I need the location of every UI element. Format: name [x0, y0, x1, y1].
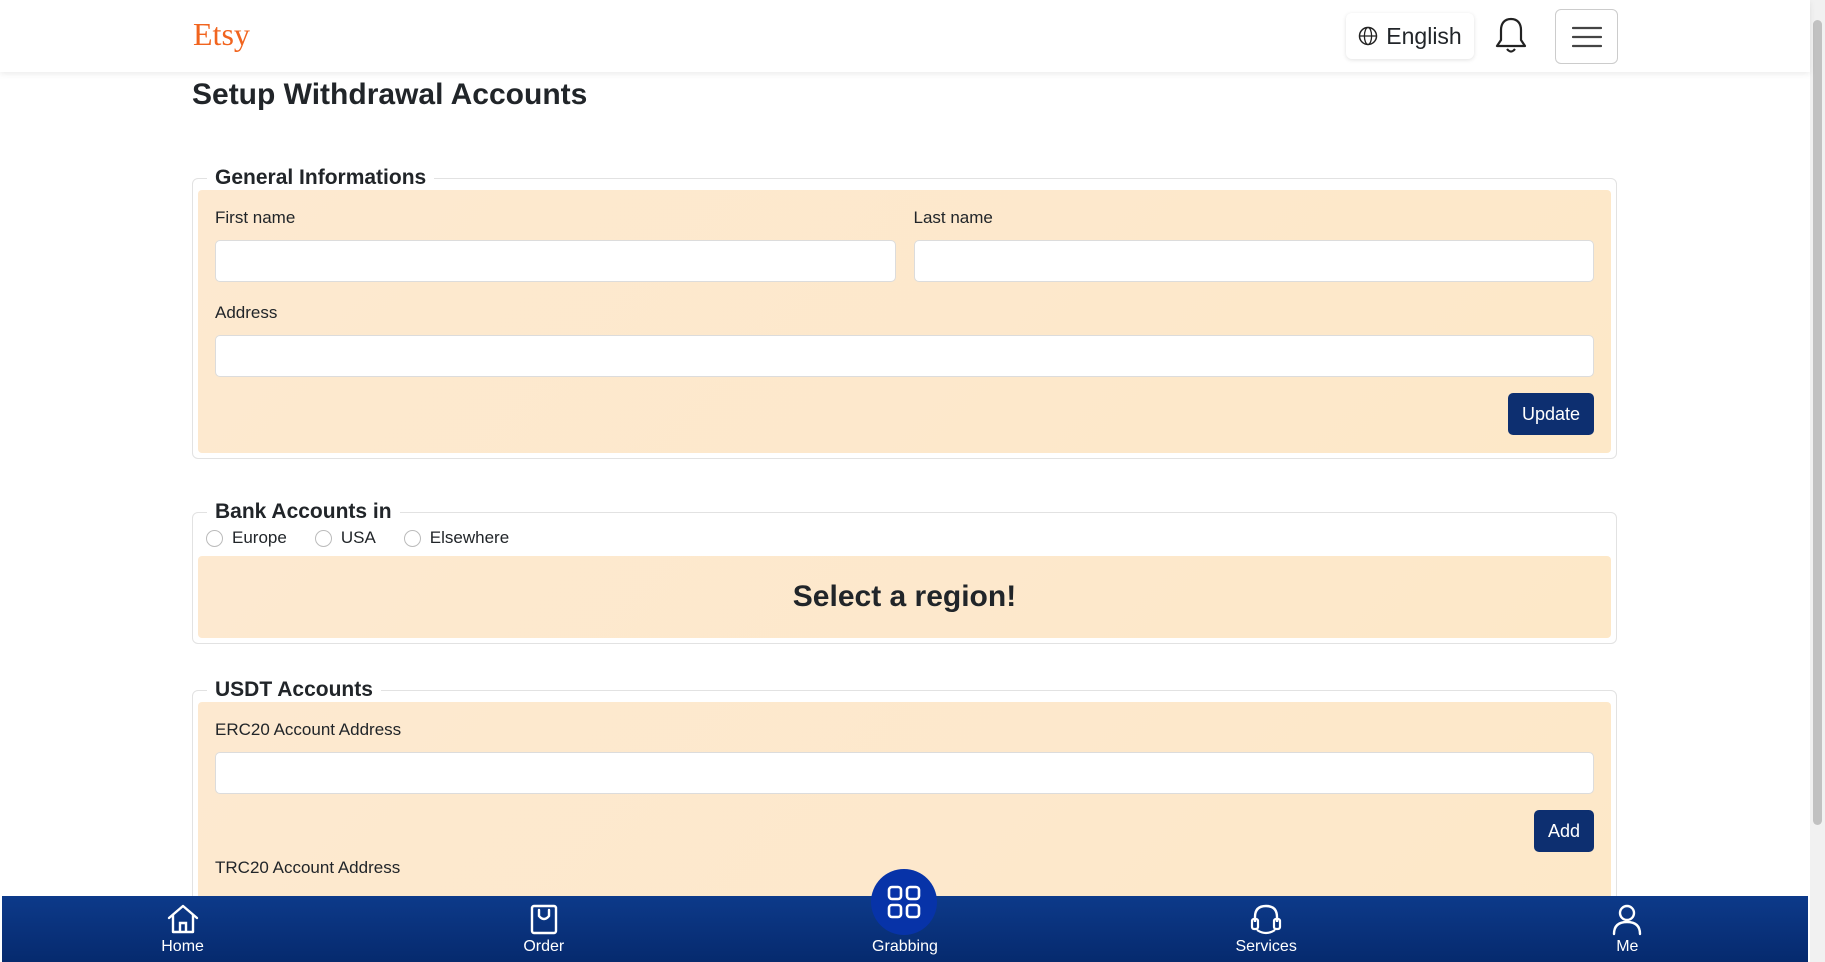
- bell-icon[interactable]: [1494, 15, 1528, 55]
- region-radio-europe[interactable]: Europe: [206, 528, 287, 548]
- nav-label-order: Order: [523, 938, 565, 955]
- first-name-input[interactable]: [215, 240, 896, 282]
- usdt-accounts-legend: USDT Accounts: [215, 678, 373, 701]
- radio-circle[interactable]: [206, 529, 223, 547]
- language-label: English: [1386, 22, 1462, 49]
- radio-circle[interactable]: [403, 529, 421, 547]
- nav-label-grabbing: Grabbing: [872, 938, 938, 955]
- region-radio-usa[interactable]: USA: [314, 528, 376, 548]
- erc20-address-input[interactable]: [215, 752, 1594, 794]
- address-label: Address: [215, 303, 278, 322]
- erc20-label: ERC20 Account Address: [215, 720, 402, 739]
- general-info-legend: General Informations: [215, 166, 427, 189]
- bank-accounts-legend: Bank Accounts in: [215, 500, 392, 523]
- hamburger-icon: [1571, 26, 1602, 47]
- headset-icon: [1251, 904, 1282, 935]
- nav-label-me: Me: [1616, 938, 1639, 955]
- select-region-message: Select a region!: [792, 580, 1017, 613]
- grabbing-center-button[interactable]: [871, 869, 937, 935]
- region-label-usa: USA: [340, 528, 376, 547]
- nav-order[interactable]: Order: [444, 896, 644, 962]
- region-radio-group: Europe USA Elsewhere: [198, 524, 1611, 556]
- nav-services[interactable]: Services: [1166, 896, 1366, 962]
- shopping-bag-icon: [530, 904, 557, 935]
- region-radio-elsewhere[interactable]: Elsewhere: [403, 528, 510, 548]
- nav-label-home: Home: [161, 938, 204, 955]
- region-message-panel: Select a region!: [198, 556, 1611, 638]
- top-bar: Etsy English: [0, 0, 1810, 72]
- region-label-elsewhere: Elsewhere: [429, 528, 510, 547]
- last-name-input[interactable]: [913, 240, 1594, 282]
- etsy-logo[interactable]: Etsy: [193, 16, 250, 53]
- last-name-label: Last name: [913, 208, 993, 227]
- hamburger-menu-button[interactable]: [1555, 9, 1618, 64]
- nav-home[interactable]: Home: [83, 896, 283, 962]
- radio-circle[interactable]: [314, 529, 332, 547]
- globe-icon: [1359, 26, 1378, 46]
- address-input[interactable]: [215, 335, 1594, 377]
- language-selector[interactable]: English: [1346, 13, 1474, 59]
- first-name-label: First name: [215, 208, 296, 227]
- scrollbar-thumb[interactable]: [1813, 20, 1822, 825]
- nav-me[interactable]: Me: [1527, 896, 1727, 962]
- bank-accounts-card: Bank Accounts in Europe USA Elsewhere Se…: [192, 500, 1617, 644]
- general-info-card: General Informations First name Last nam…: [192, 166, 1617, 459]
- update-button[interactable]: Update: [1507, 393, 1594, 435]
- region-label-europe: Europe: [232, 528, 287, 547]
- nav-label-services: Services: [1235, 938, 1297, 955]
- add-erc20-button[interactable]: Add: [1533, 810, 1594, 852]
- grid-icon: [887, 885, 921, 919]
- user-icon: [1613, 904, 1642, 936]
- page-title: Setup Withdrawal Accounts: [192, 78, 588, 111]
- general-info-panel: First name Last name Address Update: [198, 190, 1611, 453]
- home-icon: [167, 904, 198, 934]
